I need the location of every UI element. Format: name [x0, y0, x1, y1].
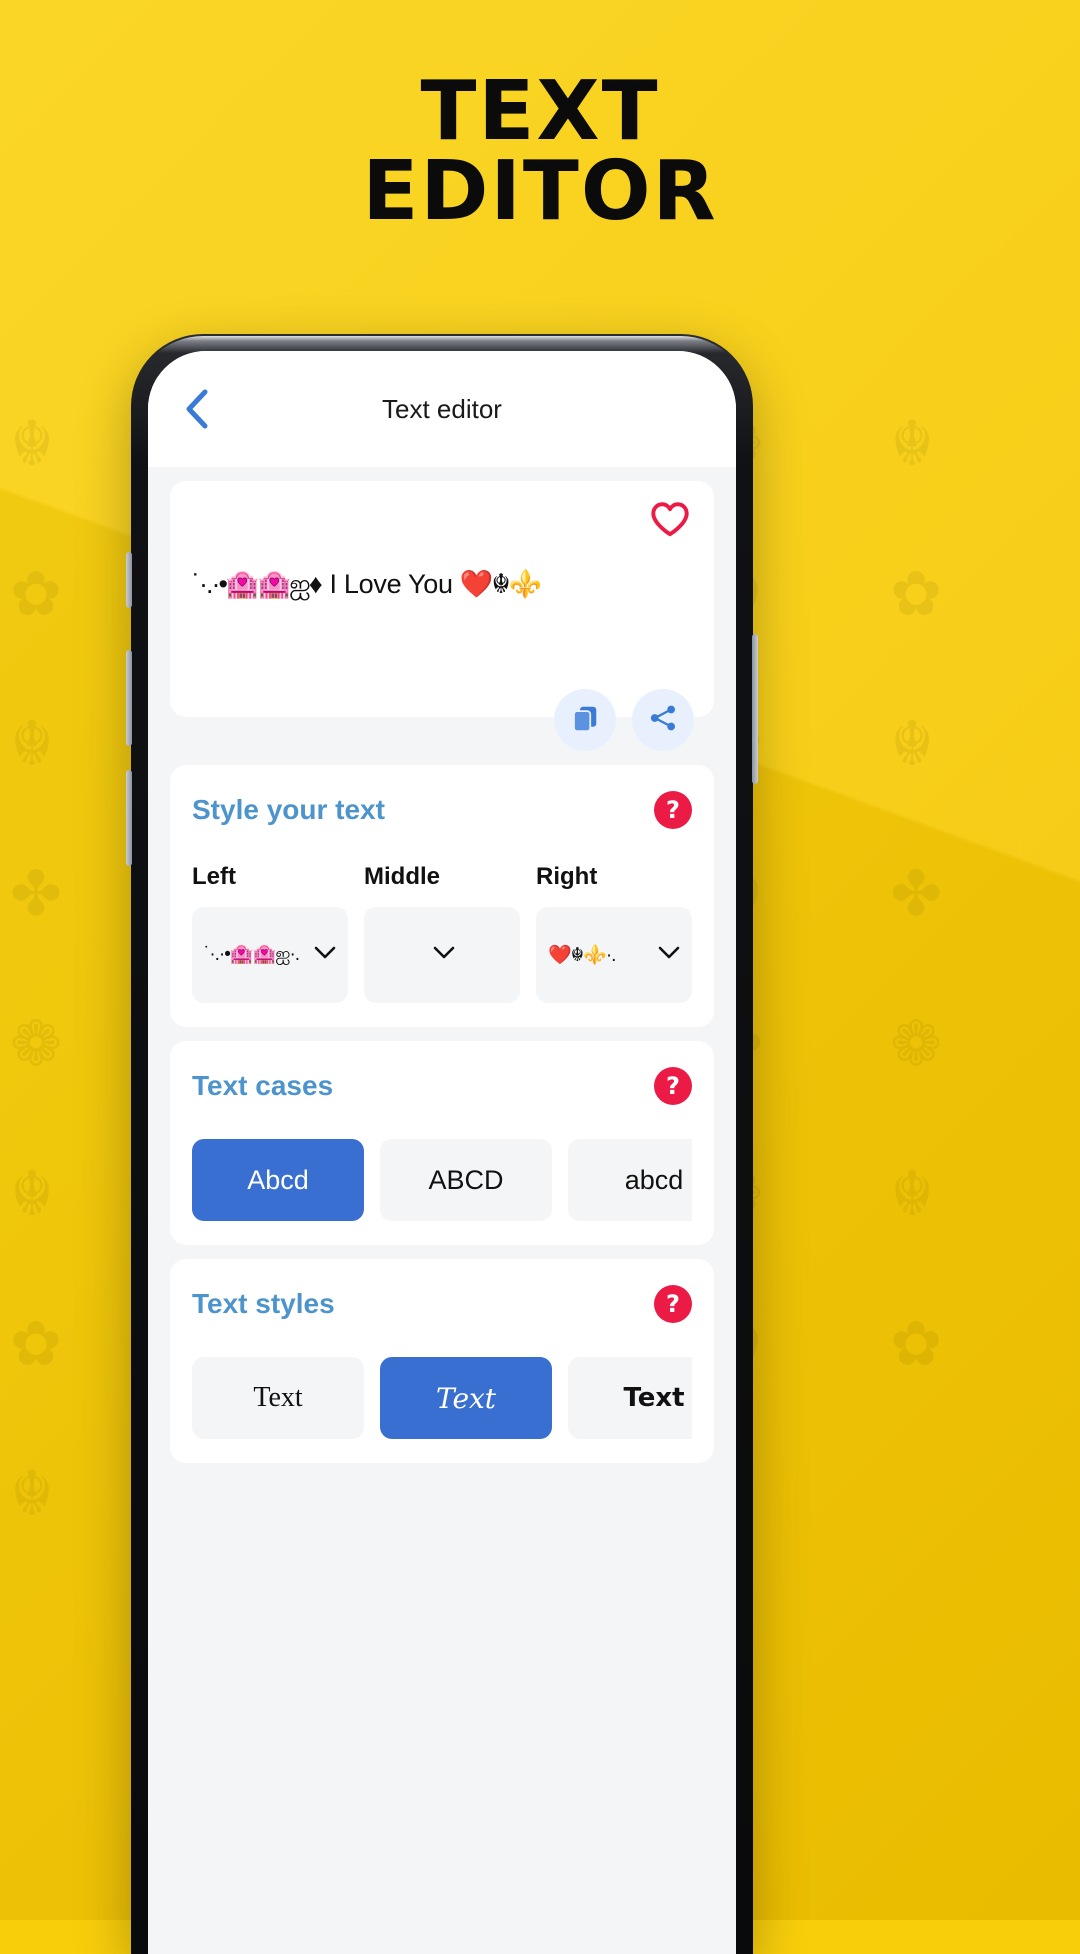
styles-section-title: Text styles [192, 1288, 335, 1319]
text-styles-card: Text styles ? Text Text Text [170, 1259, 714, 1463]
style-section-header: Style your text ? [192, 791, 692, 829]
chevron-down-icon [314, 946, 336, 965]
question-mark-icon: ? [666, 1072, 680, 1100]
position-label-left: Left [192, 863, 236, 890]
cases-section-header: Text cases ? [192, 1067, 692, 1105]
right-decoration-select[interactable]: ❤️☬⚜️·. [536, 907, 692, 1003]
position-label-right: Right [536, 863, 598, 890]
right-decoration-value: ❤️☬⚜️·. [548, 945, 616, 966]
text-case-options: Abcd ABCD abcd [192, 1139, 692, 1221]
left-decoration-value: ˙·.·•🏩🏩ஐ·. [204, 944, 300, 965]
phone-silent-switch [126, 552, 132, 608]
text-cases-card: Text cases ? Abcd ABCD abcd [170, 1041, 714, 1245]
copy-button[interactable] [554, 689, 616, 751]
app-content: ˙·.·•🏩🏩ஐ♦ I Love You ❤️☬⚜️ Style your te… [148, 467, 736, 1954]
position-column-right: Right ❤️☬⚜️·. [536, 863, 692, 1003]
text-case-option[interactable]: ABCD [380, 1139, 552, 1221]
preview-text-left: ˙·.·•🏩🏩ஐ [192, 569, 311, 599]
phone-screen: Text editor ˙·.·•🏩🏩ஐ♦ I Love You ❤️☬⚜️ S… [148, 351, 736, 1954]
share-icon [648, 703, 678, 738]
heart-outline-icon [650, 501, 690, 542]
preview-text-right: ❤️☬⚜️ [459, 569, 542, 599]
chevron-down-icon [658, 946, 680, 965]
style-help-button[interactable]: ? [654, 791, 692, 829]
styles-section-header: Text styles ? [192, 1285, 692, 1323]
text-style-option[interactable]: Text [192, 1357, 364, 1439]
position-column-left: Left ˙·.·•🏩🏩ஐ·. [192, 863, 348, 1003]
phone-mockup: Text editor ˙·.·•🏩🏩ஐ♦ I Love You ❤️☬⚜️ S… [126, 334, 758, 1954]
text-style-option[interactable]: Text [380, 1357, 552, 1439]
position-column-middle: Middle [364, 863, 520, 1003]
left-decoration-select[interactable]: ˙·.·•🏩🏩ஐ·. [192, 907, 348, 1003]
middle-decoration-select[interactable] [364, 907, 520, 1003]
app-header: Text editor [148, 351, 736, 467]
hero-line-2: EDITOR [362, 143, 718, 239]
style-your-text-card: Style your text ? Left ˙·.·•🏩🏩ஐ·. Middle… [170, 765, 714, 1027]
styles-help-button[interactable]: ? [654, 1285, 692, 1323]
favorite-button[interactable] [646, 499, 694, 543]
preview-actions [554, 689, 694, 751]
question-mark-icon: ? [666, 796, 680, 824]
preview-text-middle: I Love You [329, 569, 453, 599]
chevron-left-icon [183, 388, 209, 430]
position-label-middle: Middle [364, 863, 440, 890]
phone-volume-down-button [126, 770, 132, 866]
chevron-down-icon [433, 946, 455, 965]
cases-help-button[interactable]: ? [654, 1067, 692, 1105]
back-button[interactable] [174, 387, 218, 431]
phone-volume-up-button [126, 650, 132, 746]
copy-icon [570, 703, 600, 738]
cases-section-title: Text cases [192, 1070, 334, 1101]
style-section-title: Style your text [192, 794, 385, 825]
text-style-option[interactable]: Text [568, 1357, 692, 1439]
text-style-options: Text Text Text [192, 1357, 692, 1439]
preview-text-diamond: ♦ [308, 569, 323, 599]
phone-power-button [752, 634, 758, 784]
position-selector-row: Left ˙·.·•🏩🏩ஐ·. Middle Right ❤️☬⚜️·. [192, 863, 692, 1003]
text-preview-card: ˙·.·•🏩🏩ஐ♦ I Love You ❤️☬⚜️ [170, 481, 714, 751]
share-button[interactable] [632, 689, 694, 751]
favorite-row [190, 499, 694, 543]
app-title: Text editor [382, 393, 502, 424]
hero-title-block: TEXT EDITOR [0, 71, 1080, 239]
preview-text[interactable]: ˙·.·•🏩🏩ஐ♦ I Love You ❤️☬⚜️ [190, 543, 694, 604]
text-case-option[interactable]: abcd [568, 1139, 692, 1221]
text-case-option[interactable]: Abcd [192, 1139, 364, 1221]
page-title: TEXT EDITOR [0, 71, 1080, 239]
question-mark-icon: ? [666, 1290, 680, 1318]
